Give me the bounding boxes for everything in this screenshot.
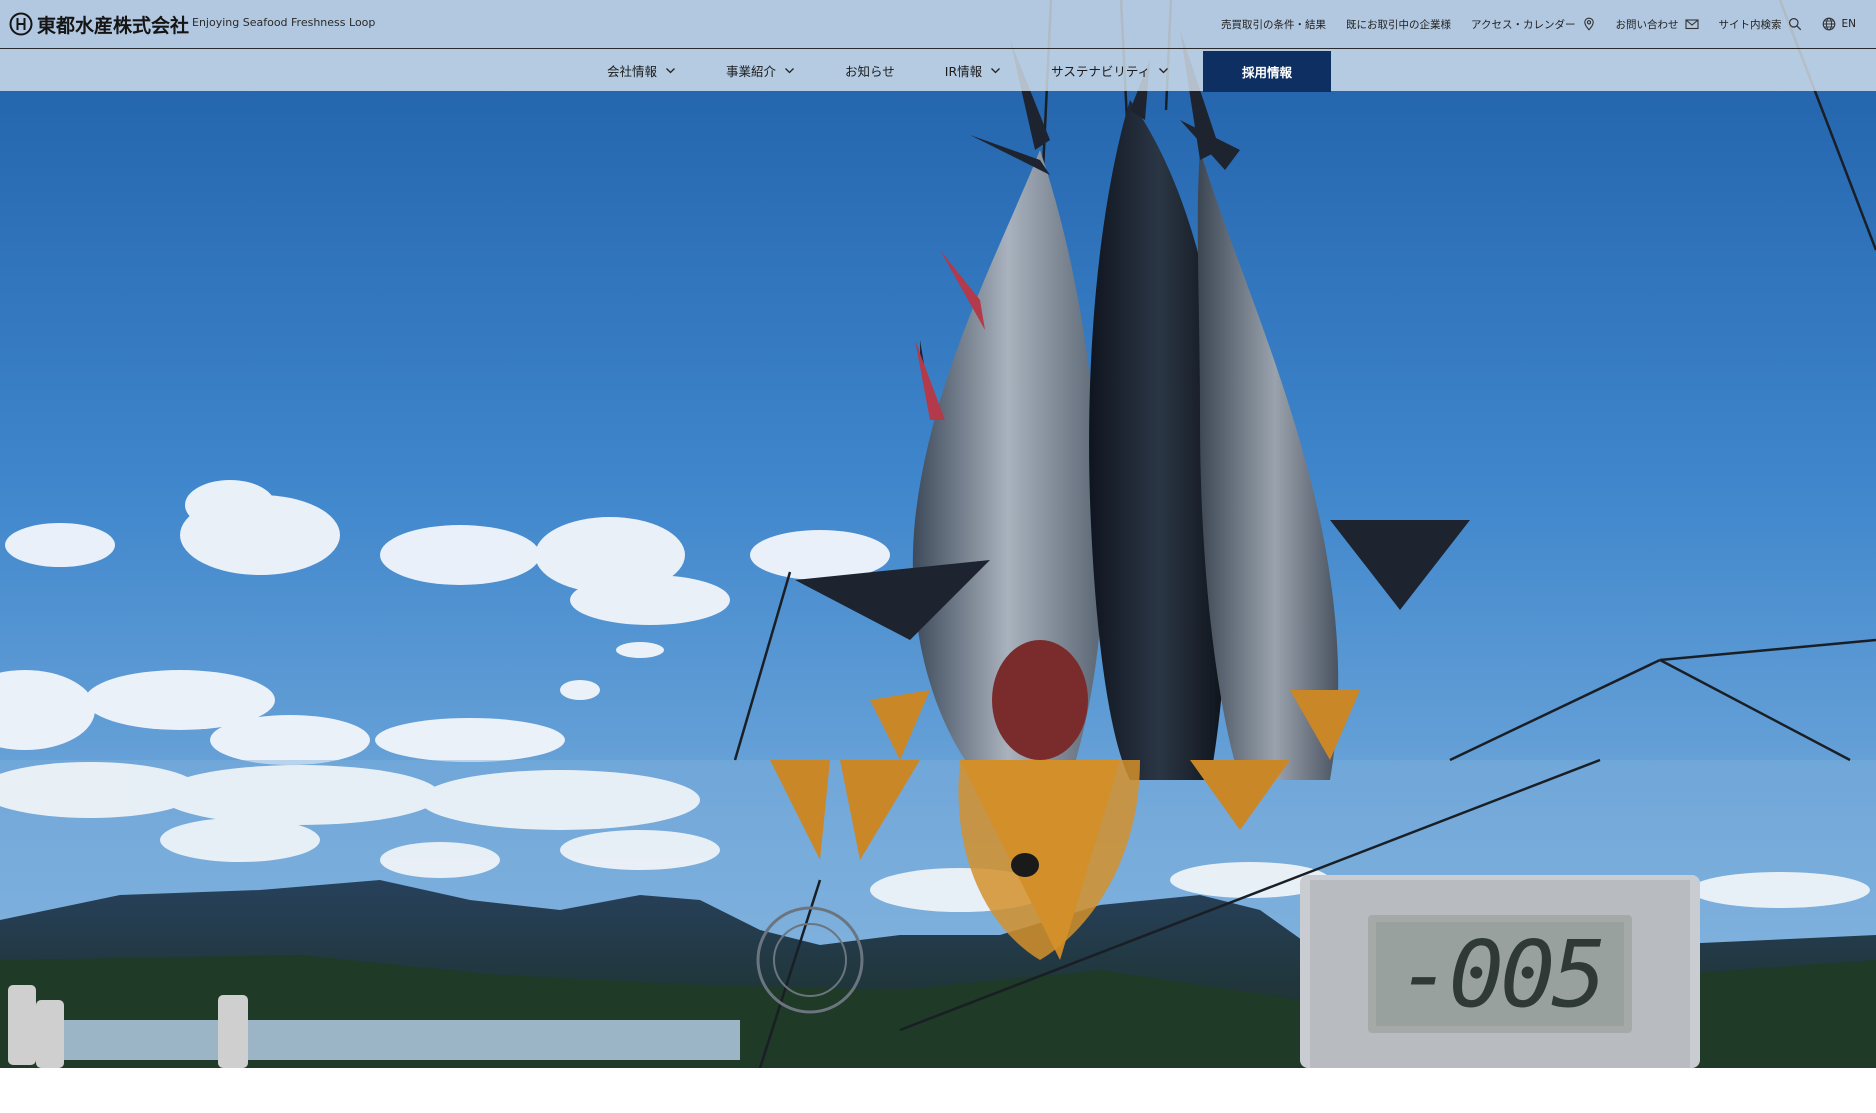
hero-video: -005	[0, 0, 1876, 1068]
nav-item-label: 会社情報	[607, 63, 658, 79]
nav-item-business[interactable]: 事業紹介	[726, 61, 795, 80]
existing-clients-link[interactable]: 既にお取引中の企業様	[1346, 17, 1451, 32]
nav-item-ir[interactable]: IR情報	[945, 61, 1001, 80]
site-logo[interactable]: 東都水産株式会社	[9, 11, 189, 37]
chevron-down-icon	[1159, 67, 1169, 73]
scale-reading: -005	[1397, 920, 1607, 1028]
nav-item-sustainability[interactable]: サステナビリティ	[1051, 61, 1169, 80]
language-switch[interactable]: EN	[1822, 17, 1857, 31]
nav-item-label: サステナビリティ	[1051, 63, 1151, 79]
recruit-button[interactable]: 採用情報	[1203, 51, 1331, 92]
access-calendar-label: アクセス・カレンダー	[1471, 18, 1576, 31]
tagline: Enjoying Seafood Freshness Loop	[192, 16, 376, 29]
existing-clients-label: 既にお取引中の企業様	[1346, 18, 1452, 31]
logo-text: 東都水産株式会社	[37, 14, 190, 37]
nav-list: 会社情報 事業紹介 お知らせ IR情報 サステナビリティ	[607, 49, 1169, 91]
nav-item-company[interactable]: 会社情報	[607, 61, 676, 80]
hero-illustration	[0, 0, 1876, 1068]
chevron-down-icon	[666, 67, 675, 73]
mail-icon	[1684, 19, 1699, 30]
chevron-down-icon	[991, 67, 1001, 73]
contact-label: お問い合わせ	[1615, 18, 1679, 31]
trade-terms-link[interactable]: 売買取引の条件・結果	[1221, 17, 1326, 32]
chevron-down-icon	[785, 67, 794, 73]
nav-item-label: IR情報	[944, 63, 983, 79]
map-pin-icon	[1583, 17, 1594, 31]
language-label: EN	[1841, 18, 1857, 30]
utility-links: 売買取引の条件・結果 既にお取引中の企業様 アクセス・カレンダー お問い合わせ …	[1221, 14, 1856, 34]
site-search-link[interactable]: サイト内検索	[1719, 17, 1802, 32]
utility-bar: 東都水産株式会社 Enjoying Seafood Freshness Loop…	[0, 0, 1876, 49]
search-icon	[1788, 18, 1801, 31]
access-calendar-link[interactable]: アクセス・カレンダー	[1471, 17, 1595, 32]
nav-item-label: 事業紹介	[726, 63, 777, 79]
nav-item-label: お知らせ	[845, 63, 895, 79]
nav-item-news[interactable]: お知らせ	[845, 61, 895, 80]
trade-terms-label: 売買取引の条件・結果	[1221, 18, 1327, 31]
main-nav: 会社情報 事業紹介 お知らせ IR情報 サステナビリティ	[0, 49, 1876, 91]
logo-mark-icon	[9, 12, 33, 36]
contact-link[interactable]: お問い合わせ	[1616, 17, 1699, 32]
globe-icon	[1822, 17, 1835, 31]
site-search-label: サイト内検索	[1718, 18, 1782, 31]
page-background	[0, 1068, 1876, 1113]
